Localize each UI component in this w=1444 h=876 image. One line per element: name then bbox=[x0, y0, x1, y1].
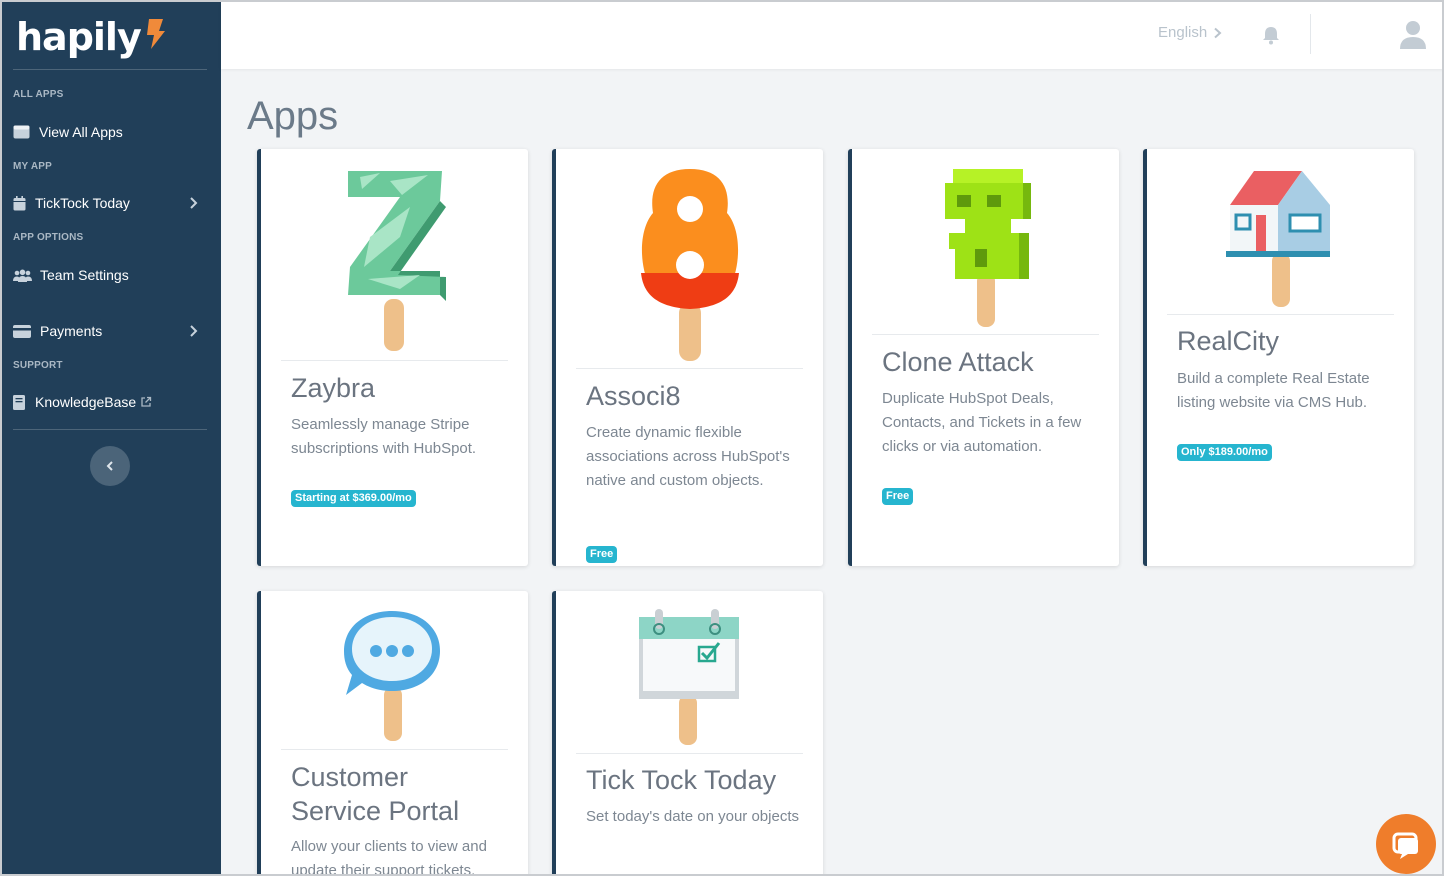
price-badge: Starting at $369.00/mo bbox=[291, 490, 416, 507]
app-card-customer-service-portal[interactable]: Customer Service Portal Allow your clien… bbox=[257, 591, 528, 876]
sidebar: hapily ALL APPS View All Apps MY APP Tic… bbox=[2, 2, 221, 874]
sidebar-item-view-all-apps[interactable]: View All Apps bbox=[13, 119, 207, 145]
sidebar-item-label: Team Settings bbox=[40, 267, 129, 283]
card-title: Clone Attack bbox=[882, 347, 1034, 377]
section-support: SUPPORT bbox=[13, 360, 63, 371]
clone-attack-popsicle-icon bbox=[852, 169, 1119, 329]
sidebar-item-ticktock-today[interactable]: TickTock Today bbox=[13, 190, 207, 216]
card-description: Create dynamic flexible associations acr… bbox=[586, 424, 790, 489]
app-card-zaybra[interactable]: Zaybra Seamlessly manage Stripe subscrip… bbox=[257, 149, 528, 566]
window-icon bbox=[13, 124, 33, 140]
associ8-popsicle-icon bbox=[556, 167, 823, 363]
chevron-left-icon bbox=[106, 461, 113, 471]
user-avatar-icon[interactable] bbox=[1398, 19, 1428, 51]
app-frame: hapily ALL APPS View All Apps MY APP Tic… bbox=[0, 0, 1444, 876]
app-card-realcity[interactable]: RealCity Build a complete Real Estate li… bbox=[1143, 149, 1414, 566]
section-all-apps: ALL APPS bbox=[13, 89, 64, 100]
brand-logo[interactable]: hapily bbox=[16, 12, 167, 62]
users-icon bbox=[13, 267, 34, 283]
price-badge: Free bbox=[586, 546, 618, 563]
card-title: Zaybra bbox=[291, 373, 376, 403]
header-divider bbox=[1310, 14, 1311, 54]
zaybra-popsicle-icon bbox=[261, 167, 528, 353]
card-title: Tick Tock Today bbox=[586, 765, 777, 795]
chat-launcher-button[interactable] bbox=[1376, 814, 1436, 874]
book-icon bbox=[13, 394, 29, 410]
page-title: Apps bbox=[247, 94, 339, 138]
sidebar-item-label: Payments bbox=[40, 323, 103, 339]
chevron-right-icon bbox=[190, 197, 198, 209]
app-card-clone-attack[interactable]: Clone Attack Duplicate HubSpot Deals, Co… bbox=[848, 149, 1119, 566]
language-selector[interactable]: English bbox=[1158, 24, 1222, 41]
sidebar-divider bbox=[13, 69, 207, 70]
top-header: English bbox=[221, 2, 1442, 69]
sidebar-item-label: KnowledgeBase bbox=[35, 394, 137, 410]
price-badge: Free bbox=[882, 488, 914, 505]
app-card-associ8[interactable]: Associ8 Create dynamic flexible associat… bbox=[552, 149, 823, 566]
sidebar-divider bbox=[13, 429, 207, 430]
price-badge: Only $189.00/mo bbox=[1177, 444, 1272, 461]
card-title: Customer Service Portal bbox=[291, 762, 460, 826]
popsicle-logo-icon bbox=[146, 19, 165, 49]
sidebar-item-knowledgebase[interactable]: KnowledgeBase bbox=[13, 389, 207, 415]
card-divider bbox=[872, 334, 1099, 335]
section-my-app: MY APP bbox=[13, 161, 52, 172]
section-app-options: APP OPTIONS bbox=[13, 232, 84, 243]
brand-name: hapily bbox=[16, 15, 142, 59]
sidebar-item-payments[interactable]: Payments bbox=[13, 318, 207, 344]
collapse-sidebar-button[interactable] bbox=[90, 446, 130, 486]
sidebar-item-label: View All Apps bbox=[39, 124, 123, 140]
card-title: RealCity bbox=[1177, 326, 1280, 356]
card-description: Allow your clients to view and update th… bbox=[291, 838, 487, 876]
realcity-popsicle-icon bbox=[1147, 169, 1414, 309]
card-divider bbox=[576, 753, 803, 754]
app-card-tick-tock-today[interactable]: Tick Tock Today Set today's date on your… bbox=[552, 591, 823, 874]
card-description: Seamlessly manage Stripe subscriptions w… bbox=[291, 416, 477, 457]
card-description: Build a complete Real Estate listing web… bbox=[1177, 370, 1370, 411]
chat-icon bbox=[1392, 832, 1418, 859]
calendar-icon bbox=[13, 195, 29, 211]
card-title: Associ8 bbox=[586, 381, 681, 411]
calendar-popsicle-icon bbox=[556, 609, 823, 747]
card-divider bbox=[576, 368, 803, 369]
chat-bubble-popsicle-icon bbox=[261, 609, 528, 743]
bell-icon[interactable] bbox=[1261, 24, 1281, 46]
card-description: Duplicate HubSpot Deals, Contacts, and T… bbox=[882, 390, 1082, 455]
sidebar-item-team-settings[interactable]: Team Settings bbox=[13, 262, 207, 288]
sidebar-item-label: TickTock Today bbox=[35, 195, 130, 211]
card-divider bbox=[281, 360, 508, 361]
card-description: Set today's date on your objects bbox=[586, 808, 799, 825]
credit-card-icon bbox=[13, 323, 34, 339]
card-divider bbox=[281, 749, 508, 750]
external-link-icon bbox=[141, 396, 152, 407]
chevron-right-icon bbox=[1214, 27, 1222, 38]
card-divider bbox=[1167, 314, 1394, 315]
chevron-right-icon bbox=[190, 325, 198, 337]
language-label: English bbox=[1158, 24, 1208, 41]
